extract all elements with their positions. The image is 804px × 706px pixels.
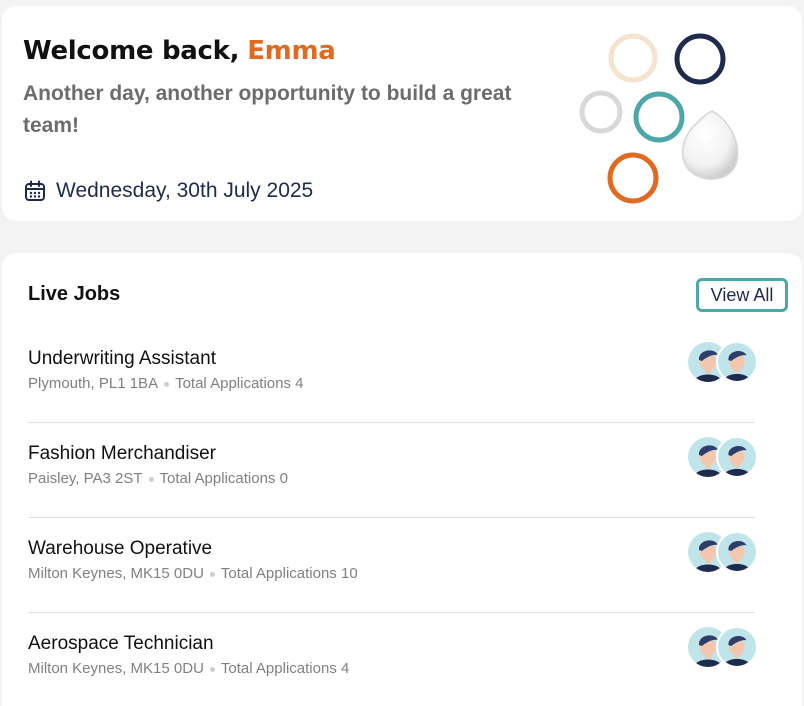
job-meta: Plymouth, PL1 1BA Total Applications 4 — [28, 375, 304, 392]
grey-ring — [579, 90, 623, 134]
job-row[interactable]: Fashion Merchandiser Paisley, PA3 2ST Tot… — [28, 423, 758, 518]
view-all-button[interactable]: View All — [696, 278, 788, 312]
avatar — [716, 531, 758, 573]
decorative-rings — [579, 33, 739, 204]
job-title: Underwriting Assistant — [28, 348, 216, 369]
job-row[interactable]: Underwriting Assistant Plymouth, PL1 1BA… — [28, 328, 758, 423]
orange-ring — [607, 152, 659, 204]
live-jobs-card: Live Jobs View All Underwriting Assistan… — [2, 253, 802, 706]
job-applications: Total Applications 4 — [175, 375, 304, 392]
job-row[interactable]: Warehouse Operative Milton Keynes, MK15 … — [28, 518, 758, 613]
job-location: Milton Keynes, MK15 0DU — [28, 565, 204, 582]
applicant-avatars — [688, 436, 758, 479]
avatar — [716, 626, 758, 668]
separator-dot — [209, 666, 215, 672]
separator-dot — [148, 476, 154, 482]
date-row: Wednesday, 30th July 2025 — [24, 174, 313, 208]
job-location: Plymouth, PL1 1BA — [28, 375, 159, 392]
job-applications: Total Applications 10 — [220, 565, 358, 582]
welcome-greeting: Welcome back, — [23, 36, 240, 66]
job-location: Paisley, PA3 2ST — [28, 470, 143, 487]
job-row[interactable]: Aerospace Technician Milton Keynes, MK15… — [28, 613, 758, 706]
calendar-icon — [24, 180, 46, 202]
teal-ring — [633, 91, 685, 143]
job-meta: Paisley, PA3 2ST Total Applications 0 — [28, 470, 288, 487]
applicant-avatars — [688, 626, 758, 669]
applicant-avatars — [688, 531, 758, 574]
job-title: Warehouse Operative — [28, 538, 213, 559]
beige-ring — [608, 33, 658, 83]
job-meta: Milton Keynes, MK15 0DU Total Application… — [28, 660, 349, 677]
avatar — [716, 436, 758, 478]
job-location: Milton Keynes, MK15 0DU — [28, 660, 204, 677]
job-title: Aerospace Technician — [28, 633, 214, 654]
welcome-subtitle: Another day, another opportunity to buil… — [23, 82, 512, 137]
welcome-heading: Welcome back, Emma — [23, 36, 336, 66]
avatar — [716, 341, 758, 383]
job-title: Fashion Merchandiser — [28, 443, 216, 464]
water-drop-shape — [682, 110, 739, 180]
user-name: Emma — [247, 36, 336, 66]
navy-ring — [674, 33, 726, 85]
current-date: Wednesday, 30th July 2025 — [56, 179, 314, 202]
separator-dot — [209, 571, 215, 577]
live-jobs-title: Live Jobs — [28, 283, 121, 305]
job-meta: Milton Keynes, MK15 0DU Total Application… — [28, 565, 358, 582]
welcome-card: Welcome back, Emma Another day, another o… — [2, 6, 802, 221]
job-applications: Total Applications 4 — [220, 660, 350, 677]
job-applications: Total Applications 0 — [159, 470, 288, 487]
applicant-avatars — [688, 341, 758, 384]
separator-dot — [164, 381, 170, 387]
